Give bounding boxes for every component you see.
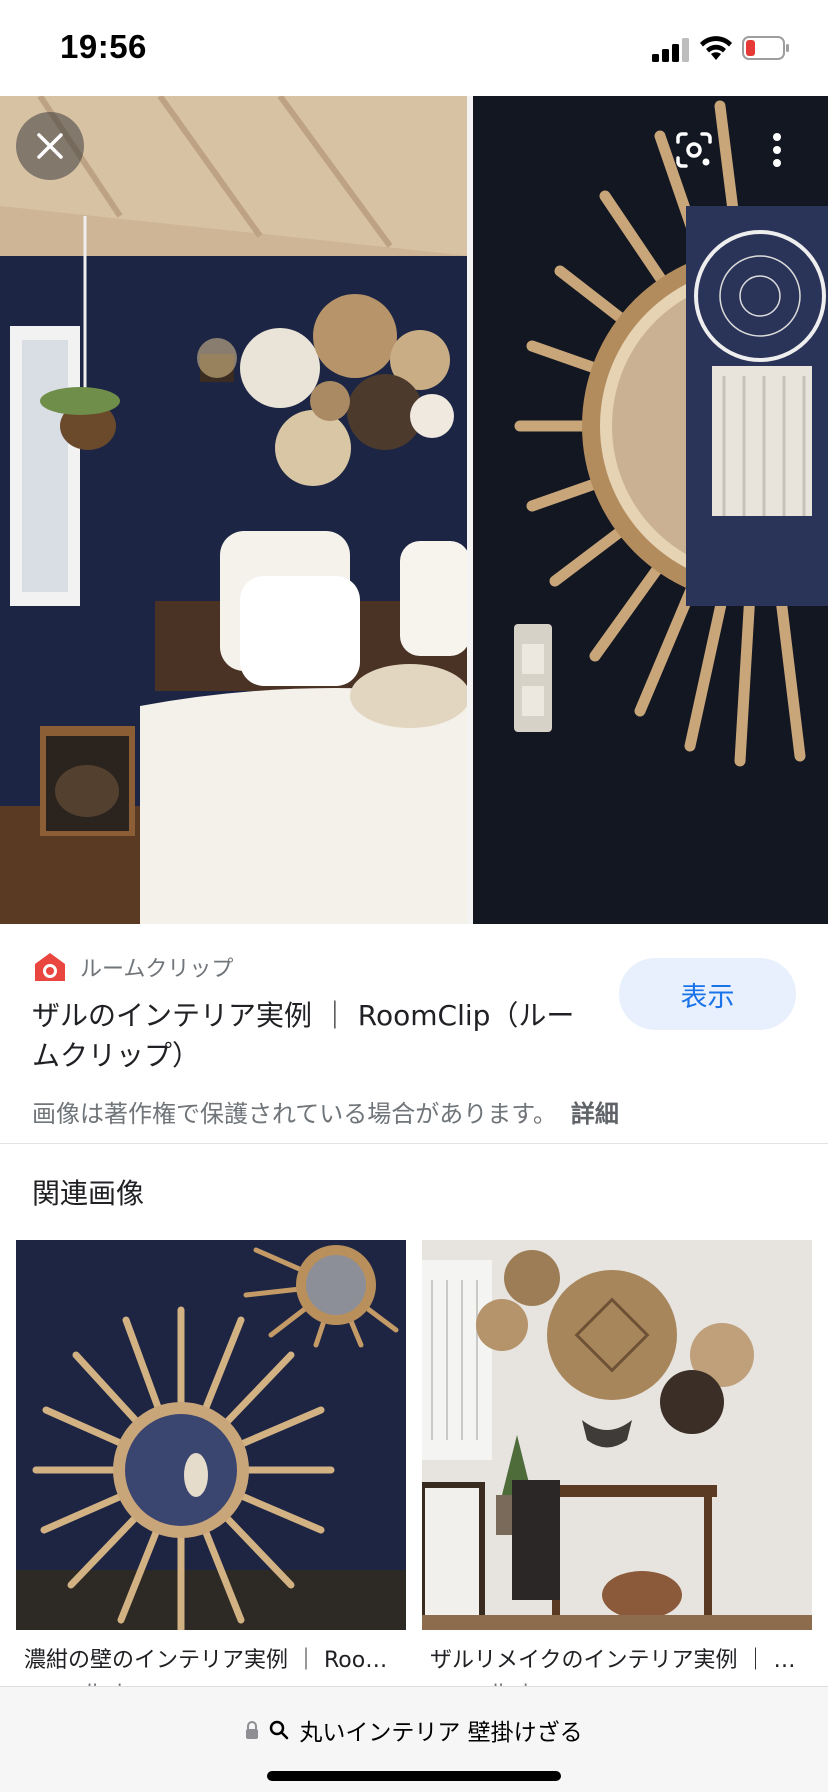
section-divider [0,1143,828,1144]
lock-icon [246,1721,259,1739]
battery-icon [742,36,789,60]
details-link[interactable]: 詳細 [571,1100,619,1128]
close-button[interactable] [16,112,84,180]
hero-image [0,96,828,924]
copyright-text: 画像は著作権で保護されている場合があります。 [32,1100,557,1128]
lens-icon [676,132,712,168]
copyright-notice: 画像は著作権で保護されている場合があります。 詳細 [32,1094,619,1129]
roomclip-logo-icon [35,953,65,981]
address-query: 丸いインテリア 壁掛けざる [299,1720,583,1746]
related-heading: 関連画像 [32,1177,145,1210]
cellular-signal-icon [652,38,689,62]
more-vert-icon [773,133,781,167]
close-icon [37,133,63,159]
lens-button[interactable] [666,122,722,178]
address-field[interactable]: 丸いインテリア 壁掛けざる [0,1713,828,1747]
wifi-icon [700,36,732,60]
hero-photo [0,96,828,924]
result-title[interactable]: ザルのインテリア実例 ｜ RoomClip（ルームクリップ） [32,996,592,1076]
home-indicator[interactable] [267,1771,561,1781]
status-time: 19:56 [60,28,147,65]
related-image [422,1240,812,1630]
more-options-button[interactable] [752,122,802,178]
status-bar: 19:56 [0,0,828,96]
source-row[interactable]: ルームクリップ [32,950,233,984]
related-card[interactable]: ザルリメイクのインテリア実例 ｜ … roomclip.jp [422,1240,812,1700]
source-name: ルームクリップ [80,957,234,982]
search-icon [270,1720,289,1740]
result-info: ルームクリップ ザルのインテリア実例 ｜ RoomClip（ルームクリップ） 表… [0,924,828,1144]
address-bar: 丸いインテリア 壁掛けざる [0,1686,828,1792]
related-image [16,1240,406,1630]
view-button[interactable]: 表示 [619,958,796,1030]
related-card[interactable]: 濃紺の壁のインテリア実例 ｜ Roo… roomclip.jp [16,1240,406,1700]
related-title: ザルリメイクのインテリア実例 ｜ … [430,1648,796,1673]
related-title: 濃紺の壁のインテリア実例 ｜ Roo… [24,1648,388,1673]
